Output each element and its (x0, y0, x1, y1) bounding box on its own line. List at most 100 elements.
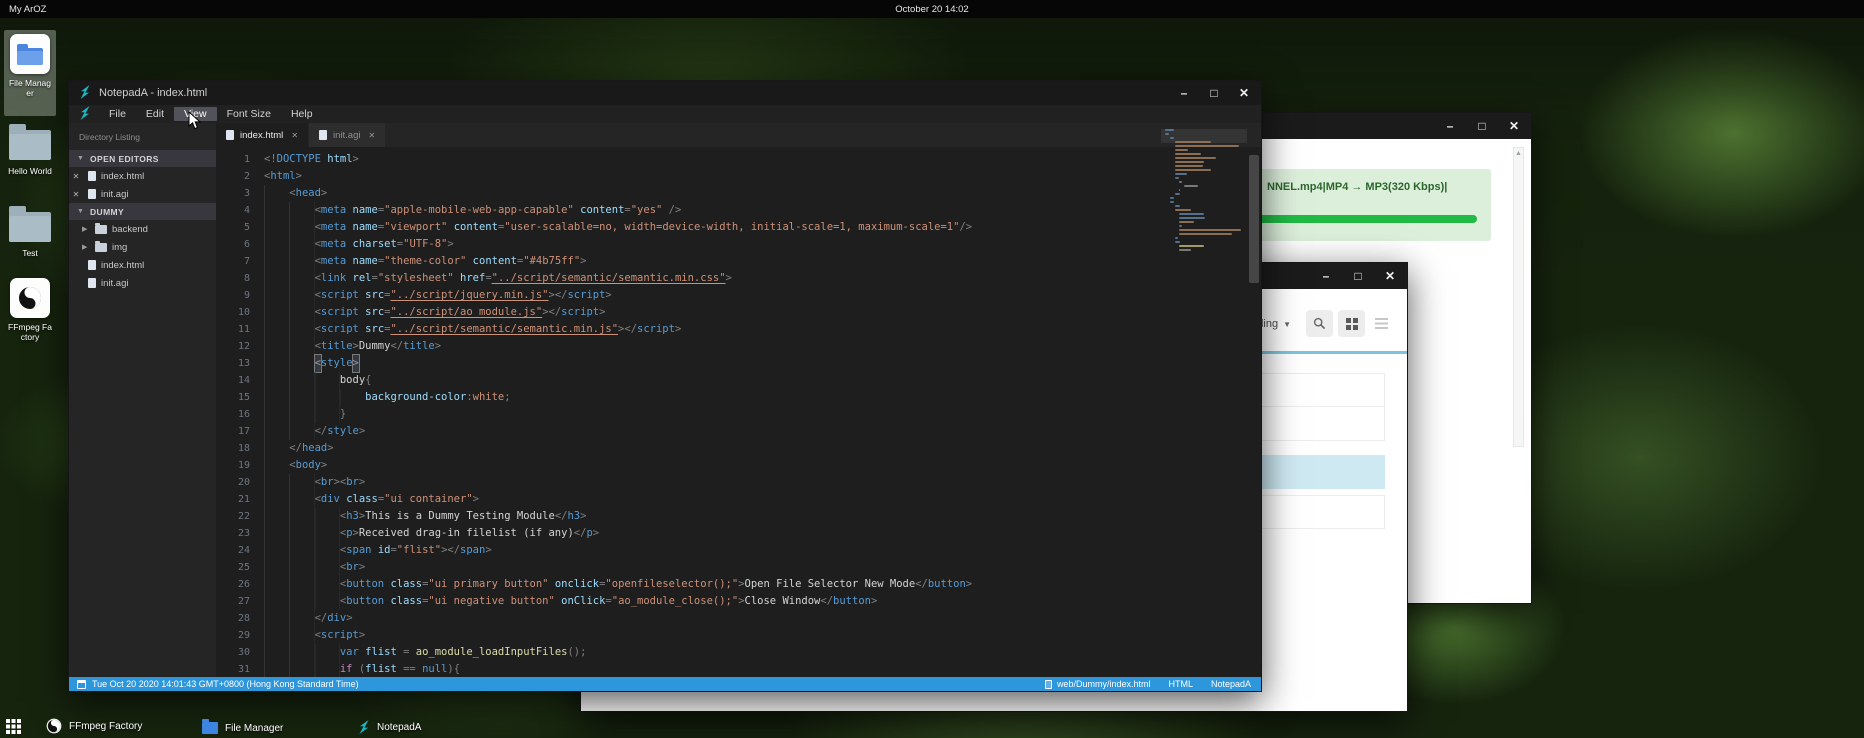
minimize-button[interactable]: – (1317, 263, 1335, 289)
tab-index-html[interactable]: index.html✕ (216, 123, 308, 147)
code-line[interactable]: 12 <title>Dummy</title> (216, 338, 1261, 355)
code-line[interactable]: 5 <meta name="viewport" content="user-sc… (216, 219, 1261, 236)
close-button[interactable]: ✕ (1235, 80, 1253, 106)
maximize-button[interactable]: □ (1473, 113, 1491, 139)
close-icon[interactable]: ✕ (69, 190, 83, 199)
code-line[interactable]: 26 <button class="ui primary button" onc… (216, 576, 1261, 593)
code-line[interactable]: 28 </div> (216, 610, 1261, 627)
file-icon (88, 278, 96, 288)
taskbar-item-file-manager[interactable]: File Manager (202, 722, 283, 734)
code-line[interactable]: 24 <span id="flist"></span> (216, 542, 1261, 559)
code-line[interactable]: 13 <style> (216, 355, 1261, 372)
code-line[interactable]: 29 <script> (216, 627, 1261, 644)
line-number: 10 (216, 304, 250, 321)
sidebar-section-open-editors[interactable]: ▼OPEN EDITORS (69, 150, 216, 167)
file-icon (1045, 680, 1052, 689)
code-line[interactable]: 19 <body> (216, 457, 1261, 474)
minimize-button[interactable]: – (1441, 113, 1459, 139)
minimap-line (1175, 141, 1211, 143)
code-line[interactable]: 10 <script src="../script/ao_module.js">… (216, 304, 1261, 321)
code-line[interactable]: 14 body{ (216, 372, 1261, 389)
folder-icon (9, 212, 51, 242)
maximize-button[interactable]: □ (1349, 263, 1367, 289)
calendar-icon (77, 680, 86, 689)
folder-icon (9, 130, 51, 160)
menu-view[interactable]: View (174, 107, 217, 121)
code-line[interactable]: 9 <script src="../script/jquery.min.js">… (216, 287, 1261, 304)
desktop-icon-hello-world-folder[interactable]: Hello World (2, 122, 58, 176)
ffmpeg-scrollbar[interactable]: ▲ (1513, 147, 1524, 447)
line-number: 23 (216, 525, 250, 542)
code-lines[interactable]: 1<!DOCTYPE html>2<html>3 <head>4 <meta n… (216, 151, 1261, 677)
sidebar-item-index-html[interactable]: index.html (69, 256, 216, 274)
close-button[interactable]: ✕ (1381, 263, 1399, 289)
sidebar-item-label: index.html (101, 260, 144, 271)
minimap-line (1175, 205, 1180, 207)
code-line[interactable]: 23 <p>Received drag-in filelist (if any)… (216, 525, 1261, 542)
sidebar-item-init-agi[interactable]: ✕init.agi (69, 185, 216, 203)
code-line[interactable]: 25 <br> (216, 559, 1261, 576)
code-line[interactable]: 8 <link rel="stylesheet" href="../script… (216, 270, 1261, 287)
status-datetime: Tue Oct 20 2020 14:01:43 GMT+0800 (Hong … (92, 679, 359, 689)
code-line[interactable]: 1<!DOCTYPE html> (216, 151, 1261, 168)
sidebar-section-dummy[interactable]: ▼DUMMY (69, 203, 216, 220)
list-view-button[interactable] (1368, 310, 1395, 337)
sidebar-item-init-agi[interactable]: init.agi (69, 274, 216, 292)
code-line[interactable]: 11 <script src="../script/semantic/seman… (216, 321, 1261, 338)
minimap-line (1179, 249, 1191, 251)
taskbar-item-label: FFmpeg Factory (69, 721, 142, 732)
grid-view-button[interactable] (1338, 310, 1365, 337)
sidebar-item-img[interactable]: ▶img (69, 238, 216, 256)
taskbar-item-ffmpeg-factory[interactable]: FFmpeg Factory (46, 718, 142, 734)
maximize-button[interactable]: □ (1205, 80, 1223, 106)
desktop-icon-ffmpeg-factory[interactable]: FFmpeg Factory (2, 278, 58, 342)
close-icon[interactable]: ✕ (291, 131, 298, 140)
code-line[interactable]: 4 <meta name="apple-mobile-web-app-capab… (216, 202, 1261, 219)
folder-icon (95, 225, 107, 234)
minimap-line (1179, 221, 1194, 223)
code-line[interactable]: 22 <h3>This is a Dummy Testing Module</h… (216, 508, 1261, 525)
ffmpeg-icon (46, 718, 62, 734)
code-line[interactable]: 17 </style> (216, 423, 1261, 440)
code-line[interactable]: 3 <head> (216, 185, 1261, 202)
scroll-up-icon[interactable]: ▲ (1515, 150, 1522, 157)
code-line[interactable]: 21 <div class="ui container"> (216, 491, 1261, 508)
tab-init-agi[interactable]: init.agi✕ (309, 123, 385, 147)
taskbar-item-app-launcher[interactable] (6, 719, 21, 734)
editor-scrollbar[interactable] (1249, 155, 1259, 283)
close-button[interactable]: ✕ (1505, 113, 1523, 139)
code-line[interactable]: 2<html> (216, 168, 1261, 185)
notepada-logo-icon (79, 106, 91, 123)
code-line[interactable]: 15 background-color:white; (216, 389, 1261, 406)
menu-edit[interactable]: Edit (136, 107, 174, 121)
code-line[interactable]: 30 var flist = ao_module_loadInputFiles(… (216, 644, 1261, 661)
code-line[interactable]: 27 <button class="ui negative button" on… (216, 593, 1261, 610)
top-bar: October 20 14:02 My ArOZ (0, 0, 1864, 18)
menu-help[interactable]: Help (281, 107, 323, 121)
close-icon[interactable]: ✕ (69, 172, 83, 181)
notepada-titlebar[interactable]: NotepadA - index.html –□✕ (69, 81, 1261, 105)
status-appname: NotepadA (1211, 679, 1251, 689)
aroz-menu[interactable]: My ArOZ (0, 4, 46, 15)
close-icon[interactable]: ✕ (368, 131, 375, 140)
menu-font-size[interactable]: Font Size (217, 107, 281, 121)
line-number: 3 (216, 185, 250, 202)
minimap-line (1179, 181, 1182, 183)
sidebar-item-index-html[interactable]: ✕index.html (69, 167, 216, 185)
code-line[interactable]: 6 <meta charset="UTF-8"> (216, 236, 1261, 253)
code-line[interactable]: 18 </head> (216, 440, 1261, 457)
line-number: 14 (216, 372, 250, 389)
taskbar-item-notepada[interactable]: NotepadA (358, 720, 421, 734)
sidebar-item-backend[interactable]: ▶backend (69, 220, 216, 238)
code-line[interactable]: 20 <br><br> (216, 474, 1261, 491)
desktop-icon-test-folder[interactable]: Test (2, 204, 58, 258)
menu-file[interactable]: File (99, 107, 136, 121)
minimize-button[interactable]: – (1175, 80, 1193, 106)
code-line[interactable]: 31 if (flist == null){ (216, 661, 1261, 677)
search-button[interactable] (1306, 310, 1333, 337)
code-line[interactable]: 16 } (216, 406, 1261, 423)
minimap[interactable] (1165, 129, 1243, 261)
minimap-line (1170, 137, 1174, 139)
code-line[interactable]: 7 <meta name="theme-color" content="#4b7… (216, 253, 1261, 270)
desktop-icon-file-manager[interactable]: File Manager (2, 34, 58, 98)
